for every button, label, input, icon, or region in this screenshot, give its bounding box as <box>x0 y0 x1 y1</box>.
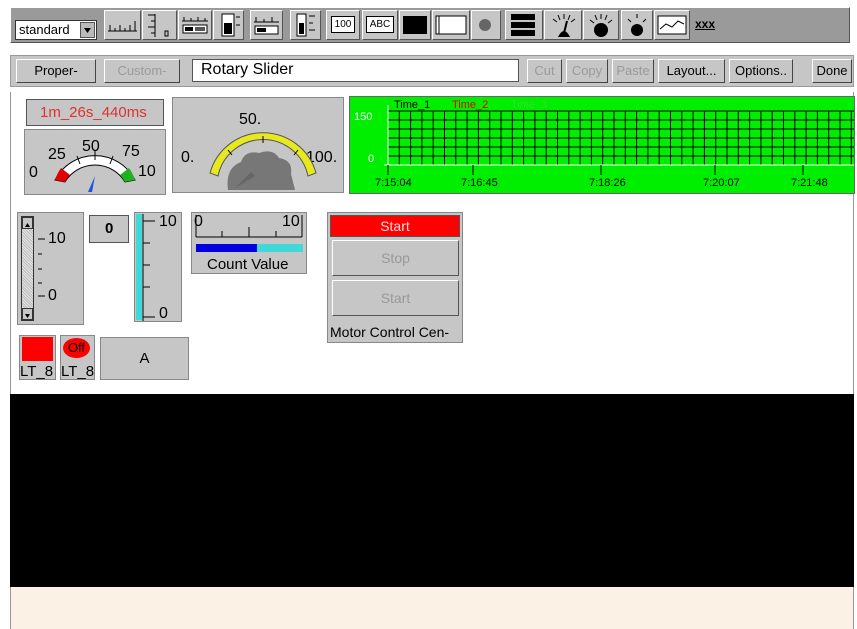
horizontal-slider-tool-icon[interactable] <box>104 10 141 40</box>
horizontal-slider-bar-tool-icon[interactable] <box>250 10 283 40</box>
paste-button[interactable]: Paste <box>612 59 654 83</box>
rotary-label-0: 0 <box>29 164 38 181</box>
gauge-cloud-icon <box>227 151 295 190</box>
numeric-tool-label: 100 <box>331 16 355 33</box>
slider-max-label: 10 <box>48 230 66 247</box>
vertical-bar-min: 0 <box>159 305 168 322</box>
numeric-value: 0 <box>105 220 114 237</box>
lamp-2[interactable]: Off LT_8 <box>60 335 95 380</box>
selected-widget-name: Rotary Slider <box>192 59 519 82</box>
slider-track[interactable] <box>21 216 34 321</box>
trend-x-tick-5: 7:21:48 <box>791 177 828 189</box>
gauge-tool-icon[interactable] <box>583 10 619 40</box>
slider-down-arrow-icon[interactable] <box>22 308 33 320</box>
rotary-label-100: 10 <box>138 163 156 180</box>
motor-control[interactable]: Start Stop Start Motor Control Cen- <box>327 212 463 343</box>
vertical-bar[interactable]: 10 0 <box>134 212 182 322</box>
lamp-1-label: LT_8 <box>20 363 54 380</box>
rotary-meter[interactable]: 0 25 50 75 10 <box>24 129 166 195</box>
trend-series-2: Time_2 <box>452 99 489 111</box>
motor-start-active-label: Start <box>380 218 410 234</box>
trend-series-1: Time_1 <box>394 99 431 111</box>
trend-x-tick-3: 7:18:26 <box>589 177 626 189</box>
trend-x-tick-1: 7:15:04 <box>375 177 412 189</box>
gauge[interactable]: 50. 0. 100. <box>172 97 344 193</box>
count-bar-label: Count Value <box>207 256 289 273</box>
chevron-down-icon[interactable] <box>80 22 95 38</box>
selected-widget-name-text: Rotary Slider <box>201 61 294 78</box>
slider-up-arrow-icon[interactable] <box>22 217 33 229</box>
button-tool-icon[interactable] <box>432 10 470 40</box>
multi-state-tool-icon[interactable] <box>505 10 543 40</box>
lamp-2-indicator: Off <box>63 338 90 358</box>
layout-button[interactable]: Layout... <box>658 59 725 83</box>
numeric-display-tool-icon[interactable]: 100 <box>326 10 360 40</box>
filled-rectangle-tool-icon[interactable] <box>399 10 431 40</box>
black-display-area <box>10 394 854 587</box>
palette-select-value: standard <box>19 22 70 37</box>
trend-tool-icon[interactable] <box>654 10 690 40</box>
trend-y-tick-150: 150 <box>354 111 373 123</box>
cut-button[interactable]: Cut <box>527 59 562 83</box>
meter-tool-icon[interactable] <box>544 10 582 40</box>
done-button[interactable]: Done <box>812 59 852 83</box>
custom-button[interactable]: Custom- <box>104 59 180 83</box>
lamp-tool-icon[interactable] <box>471 10 501 40</box>
trend-x-tick-2: 7:16:45 <box>461 177 498 189</box>
count-bar[interactable]: 0 10 Count Value <box>191 212 307 274</box>
palette-select[interactable]: standard <box>15 20 97 40</box>
timer-value: 1m_26s_440ms <box>40 104 147 121</box>
slider-min-label: 0 <box>48 287 57 304</box>
custom-xxx-tool-icon[interactable]: xxx <box>692 10 724 40</box>
motor-start-button[interactable]: Start <box>332 280 459 316</box>
trend-series-3: Time_3 <box>511 99 548 111</box>
text-button-a[interactable]: A <box>100 337 189 380</box>
timer-display[interactable]: 1m_26s_440ms <box>26 99 164 126</box>
text-button-a-label: A <box>139 350 150 367</box>
trend-chart[interactable]: Time_1 Time_2 Time_3 150 0 7:15:04 7:16:… <box>349 96 855 194</box>
count-bar-value-fill <box>196 244 257 252</box>
lamp-1[interactable]: LT_8 <box>19 335 56 380</box>
horizontal-bar-tool-icon[interactable] <box>178 10 212 40</box>
text-display-tool-icon[interactable]: ABC <box>362 10 398 40</box>
numeric-display[interactable]: 0 <box>89 215 129 243</box>
trend-x-tick-4: 7:20:07 <box>703 177 740 189</box>
xxx-tool-label: xxx <box>695 17 716 31</box>
copy-button[interactable]: Copy <box>566 59 608 83</box>
motor-start-label: Start <box>380 290 411 306</box>
gauge-face <box>209 132 317 190</box>
vertical-slider-bar-tool-icon[interactable] <box>290 10 321 40</box>
status-strip <box>10 587 854 629</box>
vertical-scale-tool-icon[interactable] <box>142 10 177 40</box>
rotary-needle <box>88 176 95 192</box>
motor-stop-label: Stop <box>381 250 410 266</box>
count-bar-rest-fill <box>257 244 303 252</box>
text-tool-label: ABC <box>366 16 394 33</box>
lamp-2-label: LT_8 <box>61 363 95 380</box>
rotary-label-75: 75 <box>122 143 140 160</box>
properties-button[interactable]: Proper- <box>16 59 96 83</box>
lamp-1-indicator <box>22 337 53 361</box>
lamp-2-text: Off <box>67 340 86 355</box>
motor-title: Motor Control Cen- <box>330 324 450 340</box>
dial-tool-icon[interactable] <box>621 10 653 40</box>
rotary-label-50: 50 <box>82 138 100 155</box>
motor-start-active-button[interactable]: Start <box>330 215 460 237</box>
options-button[interactable]: Options.. <box>729 59 793 83</box>
vertical-slider[interactable]: 10 0 <box>17 212 84 325</box>
vertical-bar-tool-icon[interactable] <box>213 10 244 40</box>
trend-y-tick-0: 0 <box>368 153 375 165</box>
vertical-bar-max: 10 <box>159 213 177 230</box>
rotary-label-25: 25 <box>48 146 66 163</box>
motor-stop-button[interactable]: Stop <box>332 240 459 276</box>
